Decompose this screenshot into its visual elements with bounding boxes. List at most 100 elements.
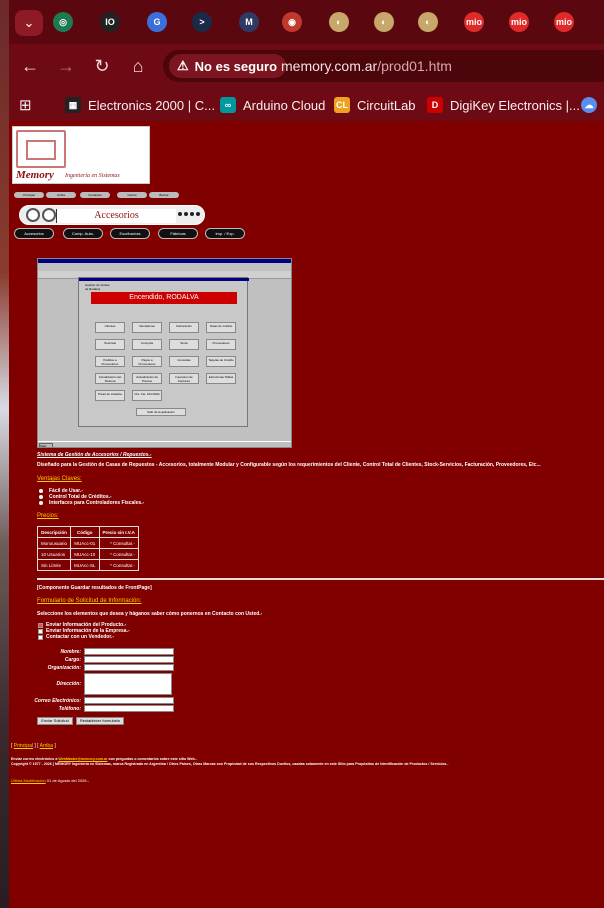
mio-favicon-1[interactable]: mio — [464, 12, 484, 32]
web-page: Memory Ingeniería en Sistemas Accesorios… — [9, 121, 604, 908]
price-table: Descripción Código Precio sin I.V.A Monous… — [36, 526, 139, 571]
screenshot-start-button: Start — [39, 443, 53, 447]
bookmark-2[interactable]: CL CircuitLab — [334, 94, 416, 116]
url-host: memory.com.ar — [281, 58, 378, 74]
price-cell: MUAcc-01 — [70, 537, 100, 549]
category-pill-2[interactable]: Escribanías — [110, 228, 150, 239]
electronics-icon: ▦ — [65, 97, 81, 113]
browser-chrome: ⌄ ◎ IO G > M ◉ ◐ ◐ ◐ mio mio mio ← → ↻ ⌂ ⚠ No es seg… — [9, 0, 604, 121]
bookmark-3[interactable]: D DigiKey Electronics |... — [427, 94, 580, 116]
reset-button[interactable]: Restablecer formulario — [76, 717, 124, 725]
arduino-icon: ∞ — [220, 97, 236, 113]
price-cell: Monousuario — [36, 537, 72, 549]
screenshot-button: Sucursal — [95, 339, 125, 350]
nav-button-principal[interactable]: Principal — [14, 192, 44, 198]
bookmark-label: CircuitLab — [357, 97, 416, 113]
screenshot-button: Compras — [132, 339, 162, 350]
category-pill-4[interactable]: Imp. / Exp. — [205, 228, 245, 239]
checkbox[interactable] — [38, 634, 43, 640]
memory-favicon-1[interactable]: ◐ — [329, 12, 349, 32]
screenshot-button: Pagos a Proveedores — [132, 356, 162, 367]
section-banner: Accesorios — [19, 205, 205, 225]
footer-link-principal[interactable]: Principal — [14, 743, 33, 749]
bookmark-1[interactable]: ∞ Arduino Cloud — [220, 94, 325, 116]
category-pill-0[interactable]: Accesorios — [14, 228, 54, 239]
app-menu[interactable]: ⌄ — [15, 10, 43, 36]
translate-favicon[interactable]: G — [147, 12, 167, 32]
cloud-bookmark-icon[interactable]: ☁ — [581, 94, 597, 116]
circuitlab-icon: CL — [334, 97, 350, 113]
checkbox[interactable] — [38, 622, 43, 628]
omnibox[interactable]: ⚠ No es seguro memory.com.ar/prod01.htm — [163, 50, 604, 82]
prices-title: Precios: — [37, 513, 59, 519]
form-field-1[interactable] — [84, 656, 174, 663]
price-row: Sin Límite MUAcc-SL * Consultar.- — [36, 559, 139, 571]
banner-dots — [178, 212, 200, 216]
m-favicon[interactable]: M — [239, 12, 259, 32]
screenshot-button: Panel de Listados — [95, 390, 125, 401]
logo-word: Memory — [16, 169, 54, 181]
bookmark-0[interactable]: ▦ Electronics 2000 | C... — [65, 94, 215, 116]
bookmarks-bar: ⊞ ▦ Electronics 2000 | C... ∞ Arduino Cloud… — [9, 88, 604, 121]
home-icon[interactable]: ⌂ — [128, 56, 148, 76]
reload-icon[interactable]: ↻ — [92, 56, 112, 76]
price-cell: MUAcc-SL — [70, 559, 100, 571]
price-header: Código — [70, 526, 100, 538]
mio-favicon-2[interactable]: mio — [509, 12, 529, 32]
frontpage-note: [Componente Guardar resultados de FrontP… — [37, 585, 152, 591]
screenshot-taskbar: Start — [38, 441, 291, 447]
horizontal-rule — [37, 578, 604, 580]
screenshot-button: Notas de Crédito — [206, 322, 236, 333]
form-field-4[interactable] — [84, 697, 174, 704]
terminal-favicon[interactable]: > — [192, 12, 212, 32]
last-modified-link[interactable]: Última Modificación — [11, 778, 46, 783]
footer-link-arriba[interactable]: Arriba — [40, 743, 53, 749]
nav-button-buscar[interactable]: Buscar — [149, 192, 179, 198]
form-field-0[interactable] — [84, 648, 174, 655]
footer-last-modified: Última Modificación 01 de Agosto del 202… — [11, 778, 89, 783]
price-header: Descripción — [36, 526, 72, 538]
nav-button-arriba[interactable]: Arriba — [46, 192, 76, 198]
mio-favicon-3[interactable]: mio — [554, 12, 574, 32]
form-field-3[interactable] — [84, 673, 172, 695]
webmaster-email-link[interactable]: WebMaster@memory.com.ar — [58, 757, 107, 761]
submit-button[interactable]: Enviar Solicitud — [37, 717, 73, 725]
not-secure-chip[interactable]: ⚠ No es seguro — [169, 54, 287, 78]
nav-button-contactos[interactable]: Contactos — [80, 192, 110, 198]
category-pill-3[interactable]: Fábricas — [158, 228, 198, 239]
category-pill-1[interactable]: Comp. Auto. — [63, 228, 103, 239]
back-arrow-icon[interactable]: ← — [20, 56, 40, 76]
url-text[interactable]: memory.com.ar/prod01.htm — [281, 58, 452, 74]
memory-logo[interactable]: Memory Ingeniería en Sistemas — [12, 126, 150, 184]
checkbox[interactable] — [38, 628, 43, 634]
field-label: Nombre: — [60, 649, 81, 655]
checkbox-row[interactable]: Contactar con un Vendedor.- — [38, 634, 114, 640]
screenshot-button: Vendedores — [132, 322, 162, 333]
price-cell: * Consultar.- — [98, 537, 139, 549]
screenshot-button: Actualización del Sistema — [95, 373, 125, 384]
screenshot-red-title: Encendido, RODALVA — [91, 292, 237, 304]
price-row: 10 Usuarios MUAcc-10 * Consultar.- — [36, 548, 139, 560]
memory-favicon-3[interactable]: ◐ — [418, 12, 438, 32]
security-label: No es seguro — [194, 58, 278, 74]
checkbox-label: Contactar con un Vendedor.- — [46, 634, 115, 640]
nav-button-carrito[interactable]: Carrito — [117, 192, 147, 198]
screenshot-menubar — [38, 263, 291, 271]
url-path: /prod01.htm — [377, 58, 452, 74]
ring-favicon[interactable]: ◉ — [282, 12, 302, 32]
screenshot-button: Tarjetas de Crédito — [206, 356, 236, 367]
clock-icon — [42, 208, 56, 222]
apps-grid-icon[interactable]: ⊞ — [19, 94, 32, 116]
price-cell: * Consultar.- — [98, 559, 139, 571]
price-cell: Sin Límite — [36, 559, 72, 571]
description-text: Diseñado para la Gestión de Casas de Rep… — [37, 462, 541, 468]
footer-copyright: Copyright © 1977 - 2026 [ MEMORY Ingenie… — [11, 762, 449, 766]
memory-favicon-2[interactable]: ◐ — [374, 12, 394, 32]
io-favicon[interactable]: IO — [100, 12, 120, 32]
form-field-5[interactable] — [84, 705, 174, 712]
github-favicon[interactable]: ◎ — [53, 12, 73, 32]
screenshot-button: Clientes — [95, 322, 125, 333]
form-field-2[interactable] — [84, 664, 174, 671]
bookmark-label: Electronics 2000 | C... — [88, 97, 215, 113]
forward-arrow-icon[interactable]: → — [56, 56, 76, 76]
